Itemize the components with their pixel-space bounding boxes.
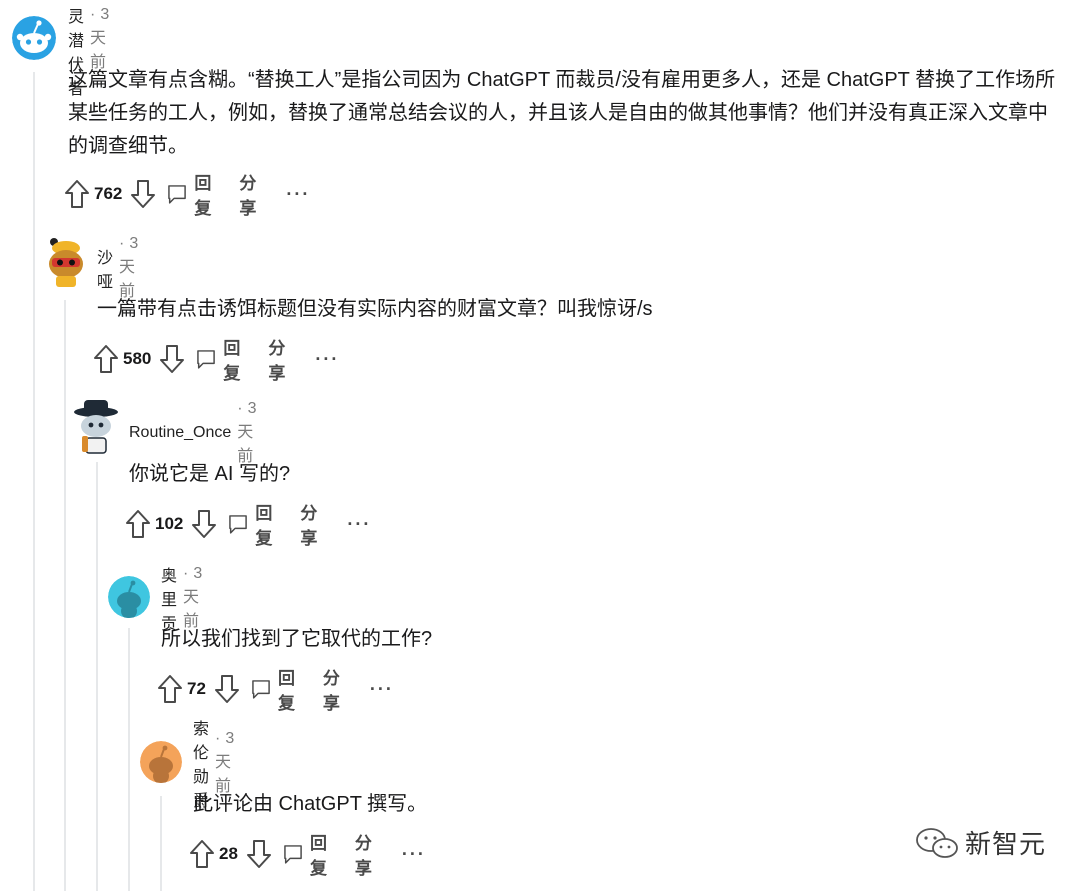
comment-body: 所以我们找到了它取代的工作?: [161, 628, 433, 650]
snoo-avatar-icon: [108, 576, 150, 618]
more-options-button[interactable]: ···: [347, 514, 371, 535]
vote-score: 102: [155, 514, 184, 533]
comment-author[interactable]: 沙哑: [97, 244, 113, 292]
more-options-button[interactable]: ···: [402, 844, 426, 865]
vote-score: 28: [219, 844, 238, 863]
comment-author[interactable]: Routine_Once: [129, 424, 231, 442]
comment-actions: 28 回复 分享 ···: [189, 834, 426, 878]
upvote-icon[interactable]: [64, 177, 90, 211]
reply-button[interactable]: 回复: [227, 499, 280, 549]
share-button[interactable]: 分享: [300, 499, 325, 549]
comment-timestamp: · 3天前: [215, 730, 235, 795]
more-options-button[interactable]: ···: [286, 184, 310, 205]
snoo-avatar-icon: [49, 238, 83, 287]
upvote-icon[interactable]: [157, 672, 183, 706]
share-button[interactable]: 分享: [355, 829, 380, 879]
reply-button[interactable]: 回复: [166, 169, 219, 219]
snoo-avatar-icon: [74, 400, 118, 454]
avatar[interactable]: [72, 398, 120, 454]
more-options-button[interactable]: ···: [370, 679, 394, 700]
comment-bubble-icon: [197, 350, 216, 369]
comment-bubble-icon: [229, 515, 248, 534]
avatar[interactable]: [44, 236, 88, 288]
reply-button[interactable]: 回复: [195, 334, 248, 384]
reply-button[interactable]: 回复: [250, 664, 303, 714]
comment-timestamp: · 3天前: [119, 235, 139, 300]
comment-timestamp: · 3天前: [183, 565, 203, 630]
avatar[interactable]: [140, 741, 182, 783]
reply-button[interactable]: 回复: [282, 829, 335, 879]
watermark: 新智元: [915, 824, 1046, 861]
share-button[interactable]: 分享: [239, 169, 264, 219]
comment-actions: 580 回复 分享 ···: [93, 339, 339, 383]
thread-line[interactable]: [128, 628, 130, 891]
thread-line[interactable]: [160, 796, 162, 891]
more-options-button[interactable]: ···: [315, 349, 339, 370]
comment-body: 此评论由 ChatGPT 撰写。: [193, 793, 428, 815]
downvote-icon[interactable]: [159, 342, 185, 376]
upvote-icon[interactable]: [189, 837, 215, 871]
vote-score: 580: [123, 349, 152, 368]
avatar[interactable]: [108, 576, 150, 618]
comment-bubble-icon: [284, 845, 302, 864]
comment-bubble-icon: [168, 185, 187, 204]
snoo-avatar-icon: [12, 16, 56, 60]
watermark-text: 新智元: [964, 829, 1046, 859]
comment-timestamp: · 3天前: [237, 400, 257, 465]
vote-score: 762: [94, 184, 123, 203]
share-button[interactable]: 分享: [323, 664, 348, 714]
avatar[interactable]: [12, 16, 56, 60]
comment-actions: 72 回复 分享 ···: [157, 669, 394, 713]
comment-bubble-icon: [252, 680, 270, 699]
thread-line[interactable]: [64, 300, 66, 891]
comment-body: 这篇文章有点含糊。“替换工人”是指公司因为 ChatGPT 而裁员/没有雇用更多…: [68, 69, 1056, 157]
wechat-icon: [916, 827, 958, 858]
downvote-icon[interactable]: [130, 177, 156, 211]
vote-score: 72: [187, 679, 206, 698]
thread-line[interactable]: [33, 72, 35, 891]
comment-actions: 762 回复 分享 ···: [64, 174, 310, 218]
comment-actions: 102 回复 分享 ···: [125, 504, 371, 548]
comment-body: 你说它是 AI 写的?: [129, 463, 291, 485]
share-button[interactable]: 分享: [268, 334, 293, 384]
comment-body: 一篇带有点击诱饵标题但没有实际内容的财富文章？叫我惊讶/s: [97, 298, 653, 320]
upvote-icon[interactable]: [125, 507, 151, 541]
thread-line[interactable]: [96, 462, 98, 891]
upvote-icon[interactable]: [93, 342, 119, 376]
comment-timestamp: · 3天前: [90, 6, 110, 71]
downvote-icon[interactable]: [246, 837, 272, 871]
snoo-avatar-icon: [140, 741, 182, 783]
downvote-icon[interactable]: [214, 672, 240, 706]
downvote-icon[interactable]: [191, 507, 217, 541]
